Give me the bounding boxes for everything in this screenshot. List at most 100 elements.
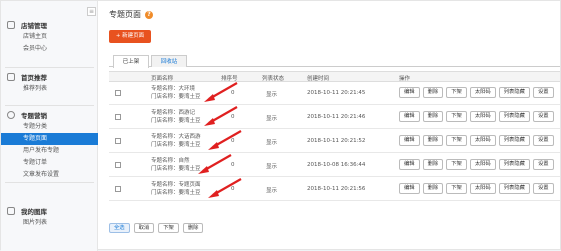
annotation-arrow-icon (204, 106, 238, 126)
select-all-button[interactable]: 全选 (109, 223, 130, 233)
sidebar-group-title[interactable]: 首页推荐 (1, 70, 98, 83)
sidebar-item-topic-page[interactable]: 专题页面 (1, 133, 98, 145)
table-row: 专题名称：大话西游 门店名称：要湾土豆 0 显示 2018-10-11 20:2… (109, 130, 560, 153)
sun-code-button[interactable]: 太阳码 (469, 87, 496, 98)
delete-button[interactable]: 删除 (422, 111, 444, 122)
hide-in-list-button[interactable]: 列表隐藏 (498, 159, 530, 170)
table-row: 专题名称：专题页面 门店名称：要湾土豆 0 显示 2018-10-11 20:2… (109, 178, 560, 201)
sun-code-button[interactable]: 太阳码 (469, 111, 496, 122)
delete-button[interactable]: 删除 (422, 135, 444, 146)
col-list-status: 列表状态 (262, 76, 285, 82)
unlist-button[interactable]: 下架 (446, 111, 467, 122)
table-row: 专题名称：自然 门店名称：要湾土豆 0 显示 2018-10-08 16:36:… (109, 154, 560, 177)
new-page-button[interactable]: + 新建页面 (109, 30, 151, 43)
sidebar-group-title[interactable]: 店铺管理 (1, 18, 98, 31)
sidebar-divider (5, 182, 94, 183)
hide-in-list-button[interactable]: 列表隐藏 (498, 135, 530, 146)
store-name: 门店名称：要湾土豆 (151, 94, 201, 100)
sidebar-group-title[interactable]: 专题营销 (1, 108, 98, 121)
sidebar-item-store-home[interactable]: 店铺主页 (1, 31, 98, 43)
list-status: 显示 (266, 188, 278, 194)
row-actions: 编辑 删除 下架 太阳码 列表隐藏 设置 (399, 135, 554, 146)
settings-button[interactable]: 设置 (532, 135, 554, 146)
gallery-icon (7, 206, 15, 215)
sidebar-divider (5, 105, 94, 106)
annotation-arrow-icon (204, 82, 238, 102)
unlist-button[interactable]: 下架 (446, 159, 467, 170)
collapse-sidebar-icon[interactable]: ≡ (87, 7, 96, 16)
settings-button[interactable]: 设置 (532, 111, 554, 122)
store-name: 门店名称：要湾土豆 (151, 142, 201, 148)
sidebar-group-marketing: 专题营销 专题分类 专题页面 用户发布专题 专题订单 文章发布设置 (1, 108, 98, 181)
edit-button[interactable]: 编辑 (399, 135, 420, 146)
sidebar: ≡ 店铺管理 店铺主页 会员中心 首页推荐 推荐列表 专题营销 专题分类 专题页… (1, 1, 98, 251)
sun-code-button[interactable]: 太阳码 (469, 183, 496, 194)
hide-in-list-button[interactable]: 列表隐藏 (498, 183, 530, 194)
row-checkbox[interactable] (115, 162, 121, 168)
bulk-unlist-button[interactable]: 下架 (158, 223, 179, 233)
marketing-icon (7, 110, 15, 119)
home-icon (7, 72, 15, 81)
tab-bar: 已上架 回收站 (109, 55, 560, 68)
row-checkbox[interactable] (115, 114, 121, 120)
hide-in-list-button[interactable]: 列表隐藏 (498, 111, 530, 122)
row-checkbox[interactable] (115, 186, 121, 192)
edit-button[interactable]: 编辑 (399, 87, 420, 98)
topic-name: 专题名称：专题页面 (151, 182, 201, 188)
delete-button[interactable]: 删除 (422, 87, 444, 98)
list-status: 显示 (266, 164, 278, 170)
annotation-arrow-icon (208, 130, 242, 150)
created-time: 2018-10-11 20:21:45 (307, 90, 366, 96)
sidebar-item-article-settings[interactable]: 文章发布设置 (1, 169, 98, 181)
created-time: 2018-10-11 20:21:46 (307, 114, 366, 120)
tab-listed[interactable]: 已上架 (113, 55, 149, 68)
list-status: 显示 (266, 140, 278, 146)
unlist-button[interactable]: 下架 (446, 135, 467, 146)
sidebar-group-store: 店铺管理 店铺主页 会员中心 (1, 18, 98, 55)
settings-button[interactable]: 设置 (532, 159, 554, 170)
col-actions: 操作 (399, 76, 411, 82)
settings-button[interactable]: 设置 (532, 87, 554, 98)
created-time: 2018-10-08 16:36:44 (307, 162, 366, 168)
sidebar-item-user-topic[interactable]: 用户发布专题 (1, 145, 98, 157)
settings-button[interactable]: 设置 (532, 183, 554, 194)
topic-name: 专题名称：西游记 (151, 110, 196, 116)
created-time: 2018-10-11 20:21:56 (307, 186, 366, 192)
unlist-button[interactable]: 下架 (446, 87, 467, 98)
delete-button[interactable]: 删除 (422, 183, 444, 194)
row-checkbox[interactable] (115, 90, 121, 96)
sidebar-item-image-list[interactable]: 图片列表 (1, 217, 98, 229)
sidebar-group-gallery: 我的图库 图片列表 (1, 204, 98, 229)
delete-button[interactable]: 删除 (422, 159, 444, 170)
list-status: 显示 (266, 92, 278, 98)
page-title: 专题页面 ? (109, 9, 153, 20)
store-name: 门店名称：要湾土豆 (151, 118, 201, 124)
edit-button[interactable]: 编辑 (399, 183, 420, 194)
edit-button[interactable]: 编辑 (399, 111, 420, 122)
unlist-button[interactable]: 下架 (446, 183, 467, 194)
store-name: 门店名称：要湾土豆 (151, 190, 201, 196)
sun-code-button[interactable]: 太阳码 (469, 159, 496, 170)
sidebar-item-members[interactable]: 会员中心 (1, 43, 98, 55)
help-icon[interactable]: ? (145, 10, 153, 19)
store-icon (7, 20, 15, 29)
col-page-name: 页面名称 (151, 76, 174, 82)
sidebar-item-recommend-list[interactable]: 推荐列表 (1, 83, 98, 95)
sidebar-item-topic-orders[interactable]: 专题订单 (1, 157, 98, 169)
row-actions: 编辑 删除 下架 太阳码 列表隐藏 设置 (399, 159, 554, 170)
sun-code-button[interactable]: 太阳码 (469, 135, 496, 146)
hide-in-list-button[interactable]: 列表隐藏 (498, 87, 530, 98)
edit-button[interactable]: 编辑 (399, 159, 420, 170)
table-header: 页面名称 排序号 列表状态 创建时间 操作 (109, 71, 560, 82)
bulk-delete-button[interactable]: 删除 (182, 223, 204, 233)
sidebar-group-title[interactable]: 我的图库 (1, 204, 98, 217)
tab-recycle-bin[interactable]: 回收站 (151, 55, 187, 67)
annotation-arrow-icon (208, 178, 242, 198)
topic-name: 专题名称：自然 (151, 158, 190, 164)
sidebar-group-home: 首页推荐 推荐列表 (1, 70, 98, 95)
sidebar-item-topic-category[interactable]: 专题分类 (1, 121, 98, 133)
row-checkbox[interactable] (115, 138, 121, 144)
cancel-button[interactable]: 取消 (133, 223, 155, 233)
main-content: 专题页面 ? + 新建页面 已上架 回收站 页面名称 排序号 列表状态 创建时间… (99, 1, 560, 251)
col-created: 创建时间 (307, 76, 330, 82)
